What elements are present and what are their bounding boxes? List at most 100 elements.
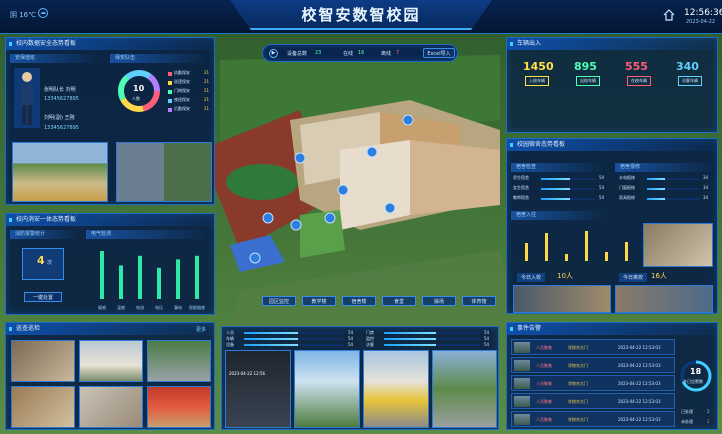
dorm-check-subtitle: 宿舍检查: [511, 163, 606, 172]
event-type: 人员聚集: [536, 381, 552, 386]
security-panel: 校内数据安全态势看板 安保值班 保安队伍 张明队长 刘明 13345627895…: [5, 37, 215, 205]
event-place: 学校东大门: [568, 417, 588, 422]
map-filter-button[interactable]: 体育馆: [462, 296, 496, 306]
legend-value: 21: [204, 70, 210, 75]
dorm-photo-left[interactable]: [513, 285, 611, 313]
center-left-value: 54: [348, 342, 354, 347]
event-row[interactable]: 人员聚集 学校东大门 2023-04-22 12:53:03: [511, 339, 675, 355]
device-stats-bar: ▶ 设备总数 23 在线 16 离线 7 Excel导入: [262, 44, 458, 62]
donut-value: 10: [133, 84, 145, 93]
one-key-dispose-button[interactable]: 一键处置: [24, 292, 62, 302]
dorm-check-bar-fill: [541, 178, 571, 180]
event-type: 人员聚集: [536, 417, 552, 422]
duty-photo-grid[interactable]: [116, 142, 212, 202]
patrol-photo-6[interactable]: [147, 386, 211, 428]
vehicle-panel-title: 车辆出入: [507, 38, 717, 50]
legend-item: 后勤保安 21: [168, 106, 214, 114]
center-left-bar-fill: [244, 332, 298, 334]
dorm-bar: [605, 252, 608, 261]
electric-bar: [176, 259, 180, 299]
center-right-bar: [384, 338, 480, 340]
event-time: 2023-04-22 12:53:03: [618, 345, 661, 350]
gauge-label: 今日告警数: [683, 379, 703, 384]
offline-value: 7: [396, 50, 400, 56]
dorm-repair-bar: [647, 178, 699, 180]
dorm-repair-subtitle: 宿舍报修: [615, 163, 715, 172]
map-filter-button[interactable]: 教学楼: [302, 296, 336, 306]
dorm-bar: [545, 233, 548, 261]
dorm-bar: [525, 243, 528, 261]
duty-photo-road[interactable]: [12, 142, 108, 202]
event-time: 2023-04-22 12:53:03: [618, 399, 661, 404]
home-icon[interactable]: [663, 9, 675, 21]
map-filter-button[interactable]: 食堂: [382, 296, 416, 306]
patrol-photo-1[interactable]: [11, 340, 75, 382]
online-value: 16: [358, 50, 365, 56]
dorm-repair-bar: [647, 198, 699, 200]
dorm-photo[interactable]: [643, 223, 713, 267]
cloud-icon: ☁: [38, 8, 48, 18]
center-right-value: 54: [484, 330, 490, 335]
video-feed-1[interactable]: 2023-04-22 12:56: [225, 350, 291, 428]
event-thumbnail: [514, 414, 530, 425]
enter-value: 10人: [557, 272, 573, 280]
patrol-photo-2[interactable]: [79, 340, 143, 382]
event-place: 学校东大门: [568, 399, 588, 404]
center-left-bar: [244, 344, 344, 346]
event-row[interactable]: 人员聚集 学校东大门 2023-04-22 12:53:03: [511, 411, 675, 427]
page-title: 校智安数智校园: [301, 6, 421, 24]
map-filter-button[interactable]: 操场: [422, 296, 456, 306]
dorm-repair-bar-fill: [647, 178, 665, 180]
video-feed-3[interactable]: [363, 350, 429, 428]
event-thumbnail: [514, 342, 530, 353]
event-place: 学校东大门: [568, 381, 588, 386]
dorm-repair-bar-fill: [647, 188, 665, 190]
event-row[interactable]: 人员聚集 学校东大门 2023-04-22 12:53:03: [511, 357, 675, 373]
event-time: 2023-04-22 12:53:03: [618, 381, 661, 386]
event-place: 学校东大门: [568, 363, 588, 368]
top-bar: 阴 16℃ ☁ 校智安数智校园 12:56:36 2023-04-22: [0, 0, 722, 34]
center-left-bar: [244, 338, 344, 340]
event-place: 学校东大门: [568, 345, 588, 350]
event-panel: 事件告警 人员聚集 学校东大门 2023-04-22 12:53:03 人员聚集 学校东…: [506, 322, 718, 430]
legend-item: 夜班保安 21: [168, 97, 214, 105]
fire-panel: 校内消安一体态势看板 消防报警统计 电气检测 4 次 一键处置 烟感 温感 电流 电压…: [5, 213, 215, 315]
video-feed-4[interactable]: [432, 350, 497, 428]
electric-bar-label: 温感: [117, 304, 125, 310]
legend-value: 21: [204, 88, 210, 93]
online-label: 在线: [343, 51, 354, 57]
patrol-photo-5[interactable]: [79, 386, 143, 428]
event-row[interactable]: 人员聚集 学校东大门 2023-04-22 12:53:03: [511, 393, 675, 409]
patrol-photo-3[interactable]: [147, 340, 211, 382]
legend-label: 门岗保安: [174, 88, 190, 93]
excel-import-button[interactable]: Excel导入: [423, 48, 455, 58]
legend-item: 执勤保安 21: [168, 70, 214, 78]
kpi-value: 340: [676, 60, 699, 73]
team-subtitle: 保安队伍: [110, 54, 210, 63]
dorm-photo-right[interactable]: [615, 285, 713, 313]
dorm-bar: [585, 231, 588, 261]
center-right-bar-fill: [384, 332, 436, 334]
dorm-check-bar: [541, 188, 595, 190]
guard-avatar: [14, 68, 40, 128]
patrol-photo-4[interactable]: [11, 386, 75, 428]
more-link[interactable]: 更多: [196, 326, 206, 333]
map-filter-button[interactable]: 宿舍楼: [342, 296, 376, 306]
leave-value: 16人: [651, 272, 667, 280]
play-icon[interactable]: ▶: [269, 49, 278, 58]
center-right-value: 54: [484, 336, 490, 341]
event-row[interactable]: 人员聚集 学校东大门 2023-04-22 12:53:03: [511, 375, 675, 391]
leave-label: 今日离校: [619, 273, 648, 282]
map-filter-button[interactable]: 园区监控: [262, 296, 296, 306]
alarm-subtitle: 消防报警统计: [10, 230, 80, 239]
patrol-panel: 巡查巡检 更多: [5, 322, 215, 430]
clock-time: 12:56:36: [684, 8, 722, 18]
title-plate: 校智安数智校园: [230, 0, 492, 30]
electric-bar: [100, 251, 104, 299]
fire-panel-title: 校内消安一体态势看板: [6, 214, 214, 226]
dashboard: 阴 16℃ ☁ 校智安数智校园 12:56:36 2023-04-22 ▶ 设备…: [0, 0, 722, 434]
dorm-check-label: 女生宿舍: [513, 185, 529, 190]
kpi-label: 入校车辆: [525, 76, 549, 86]
video-feed-2[interactable]: [294, 350, 360, 428]
dorm-bar: [625, 242, 628, 261]
